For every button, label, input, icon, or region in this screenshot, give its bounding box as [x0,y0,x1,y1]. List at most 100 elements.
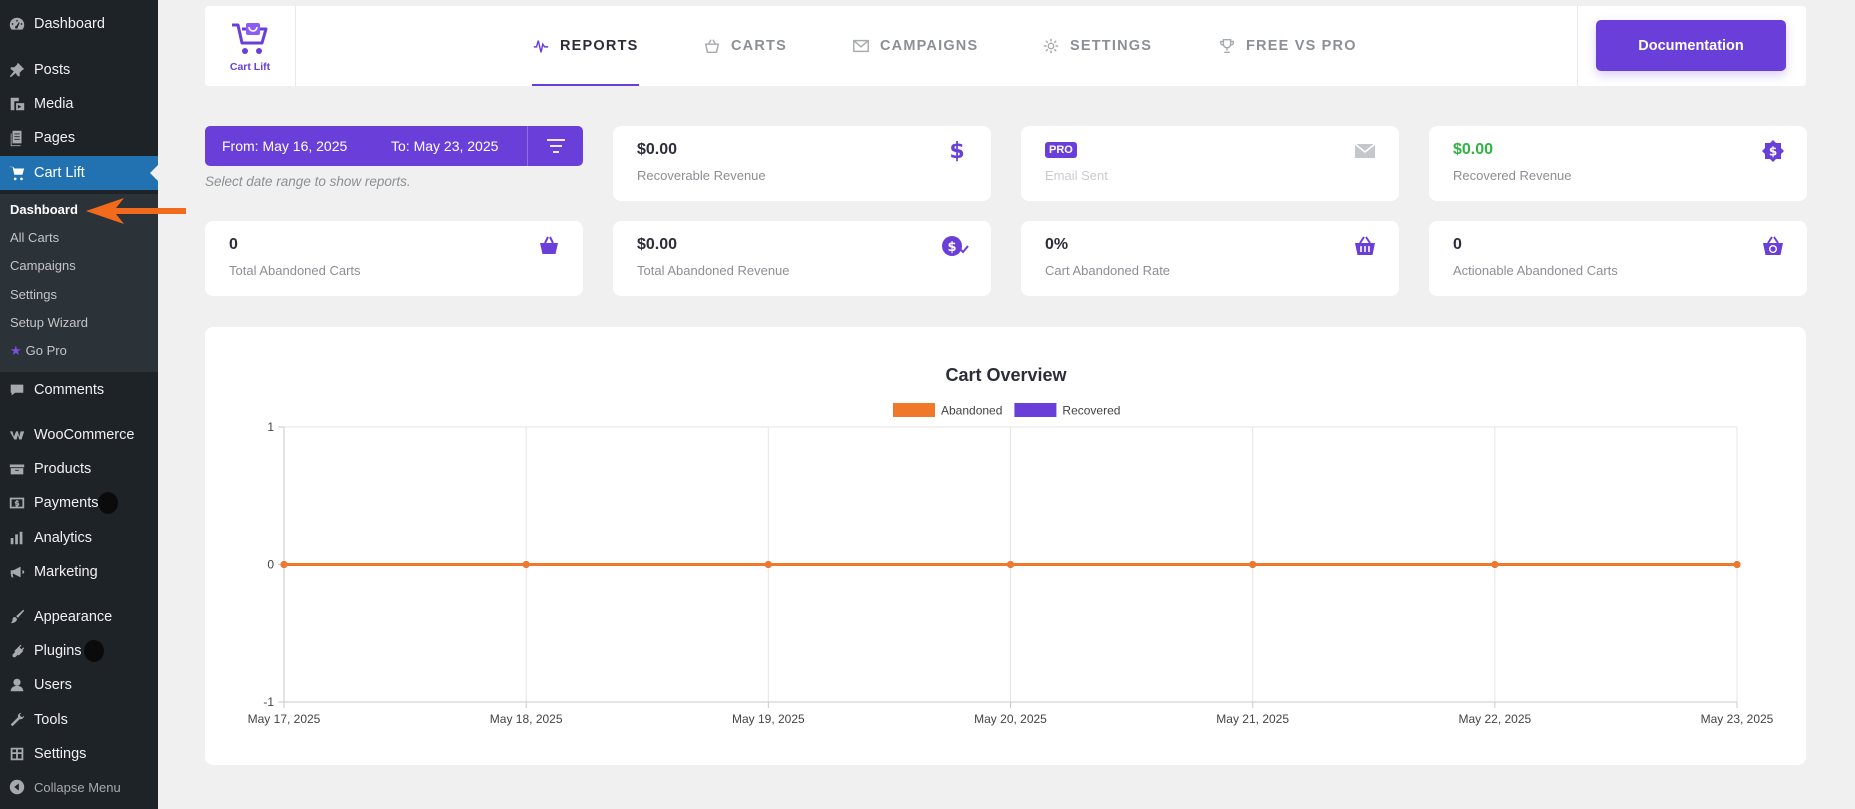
collapse-icon [0,778,34,796]
x-tick-label: May 18, 2025 [490,712,563,726]
pages-icon [0,129,34,147]
sidebar-item-posts[interactable]: Posts [0,53,158,87]
data-point-abandoned[interactable] [1491,561,1499,568]
x-tick-label: May 22, 2025 [1458,712,1531,726]
sidebar-item-label: Dashboard [34,16,105,32]
date-to[interactable]: To: May 23, 2025 [391,138,498,154]
sidebar-item-label: Posts [34,62,71,78]
documentation-button[interactable]: Documentation [1596,20,1786,71]
legend-label[interactable]: Abandoned [941,404,1002,418]
x-tick-label: May 23, 2025 [1701,712,1774,726]
tab-free-vs-pro[interactable]: FREE VS PRO [1218,6,1357,86]
trophy-icon [1219,38,1235,54]
submenu-dashboard[interactable]: Dashboard [10,202,78,217]
sidebar-item-label: Analytics [34,530,93,546]
sidebar-item-woocommerce[interactable]: WooCommerce [0,418,158,452]
stat-value: $0.00 [1453,141,1494,158]
stat-label: Total Abandoned Carts [229,263,361,278]
date-range-hint: Select date range to show reports. [205,174,411,189]
submenu-setup-wizard[interactable]: Setup Wizard [10,315,88,330]
tab-label: CAMPAIGNS [880,38,979,54]
sidebar-item-comments[interactable]: Comments [0,373,158,407]
y-tick-label: 0 [267,558,274,572]
logo-text: Cart Lift [229,61,271,73]
legend-swatch-abandoned [893,403,935,417]
tab-settings[interactable]: SETTINGS [1042,6,1152,86]
redaction-blot [84,640,104,662]
sidebar-item-appearance[interactable]: Appearance [0,600,158,634]
user-icon [0,676,34,694]
date-range-picker[interactable]: From: May 16, 2025 To: May 23, 2025 [205,126,583,166]
data-point-abandoned[interactable] [522,561,530,568]
sidebar-item-label: Media [34,96,74,112]
stat-card-total-abandoned-revenue: $0.00 Total Abandoned Revenue $ [613,221,991,296]
plug-icon [0,642,34,660]
sidebar-item-products[interactable]: Products [0,452,158,486]
sidebar-item-plugins[interactable]: Plugins [0,634,158,668]
dollar-badge-icon: $ [1761,139,1785,163]
sidebar-item-label: Collapse Menu [34,779,121,795]
cart-overview-chart-card: Cart Overview Abandoned Recovered 1 0 -1 Ma… [205,327,1806,765]
stat-label: Recovered Revenue [1453,168,1572,183]
tab-label: REPORTS [560,38,639,54]
sidebar-item-users[interactable]: Users [0,668,158,702]
tab-carts[interactable]: CARTS [703,6,787,86]
x-tick-label: May 19, 2025 [732,712,805,726]
payments-icon [0,494,34,512]
stat-label: Email Sent [1045,168,1108,183]
sidebar-item-label: Users [34,677,72,693]
cart-lift-logo[interactable]: Cart Lift [205,6,296,86]
data-point-abandoned[interactable] [1007,561,1014,568]
dashboard-icon [0,15,34,33]
sidebar-item-label: Cart Lift [34,165,85,181]
sidebar-item-marketing[interactable]: Marketing [0,555,158,589]
chart-series [280,561,1741,568]
data-point-abandoned[interactable] [280,561,288,568]
submenu-campaigns[interactable]: Campaigns [10,258,76,273]
tab-reports[interactable]: REPORTS [532,6,639,86]
nav-divider [1577,6,1578,86]
sidebar-item-tools[interactable]: Tools [0,703,158,737]
sidebar-item-dashboard[interactable]: Dashboard [0,7,158,41]
basket-clock-icon [1761,234,1785,258]
sidebar-item-analytics[interactable]: Analytics [0,521,158,555]
x-axis-ticks: May 17, 2025 May 18, 2025 May 19, 2025 May … [248,702,1774,726]
date-filter-button[interactable] [527,126,583,166]
svg-text:$: $ [949,139,964,163]
basket-icon [537,234,561,258]
legend-label[interactable]: Recovered [1062,404,1120,418]
data-point-abandoned[interactable] [764,561,772,568]
chart-title: Cart Overview [945,365,1067,385]
data-point-abandoned[interactable] [1733,561,1741,568]
stat-card-recovered-revenue: $0.00 Recovered Revenue $ [1429,126,1807,201]
analytics-icon [0,529,34,547]
envelope-icon [853,39,869,53]
basket-icon [704,39,720,54]
sidebar-item-cart-lift[interactable]: Cart Lift [0,156,158,190]
sidebar-item-settings[interactable]: Settings [0,737,158,771]
tab-campaigns[interactable]: CAMPAIGNS [852,6,978,86]
brush-icon [0,608,34,626]
submenu-all-carts[interactable]: All Carts [10,230,59,245]
submenu-go-pro-label: Go Pro [25,343,67,358]
data-point-abandoned[interactable] [1249,561,1257,568]
annotation-arrow-icon [86,198,186,224]
y-tick-label: -1 [263,695,274,709]
submenu-settings[interactable]: Settings [10,287,57,302]
sidebar-item-label: Marketing [34,564,98,580]
sidebar-item-label: WooCommerce [34,427,135,443]
comment-icon [0,381,34,399]
date-from[interactable]: From: May 16, 2025 [222,138,347,154]
sidebar-item-media[interactable]: Media [0,87,158,121]
x-tick-label: May 21, 2025 [1216,712,1289,726]
stat-value: $0.00 [637,236,678,253]
tab-label: FREE VS PRO [1246,38,1357,54]
submenu-go-pro[interactable]: ★ Go Pro [10,343,67,359]
tab-label: CARTS [731,38,787,54]
sidebar-item-payments[interactable]: Payments [0,486,158,520]
collapse-menu-button[interactable]: Collapse Menu [0,770,158,804]
redaction-blot [98,492,118,514]
y-tick-label: 1 [267,420,274,434]
svg-text:$: $ [947,240,956,255]
sidebar-item-pages[interactable]: Pages [0,121,158,155]
